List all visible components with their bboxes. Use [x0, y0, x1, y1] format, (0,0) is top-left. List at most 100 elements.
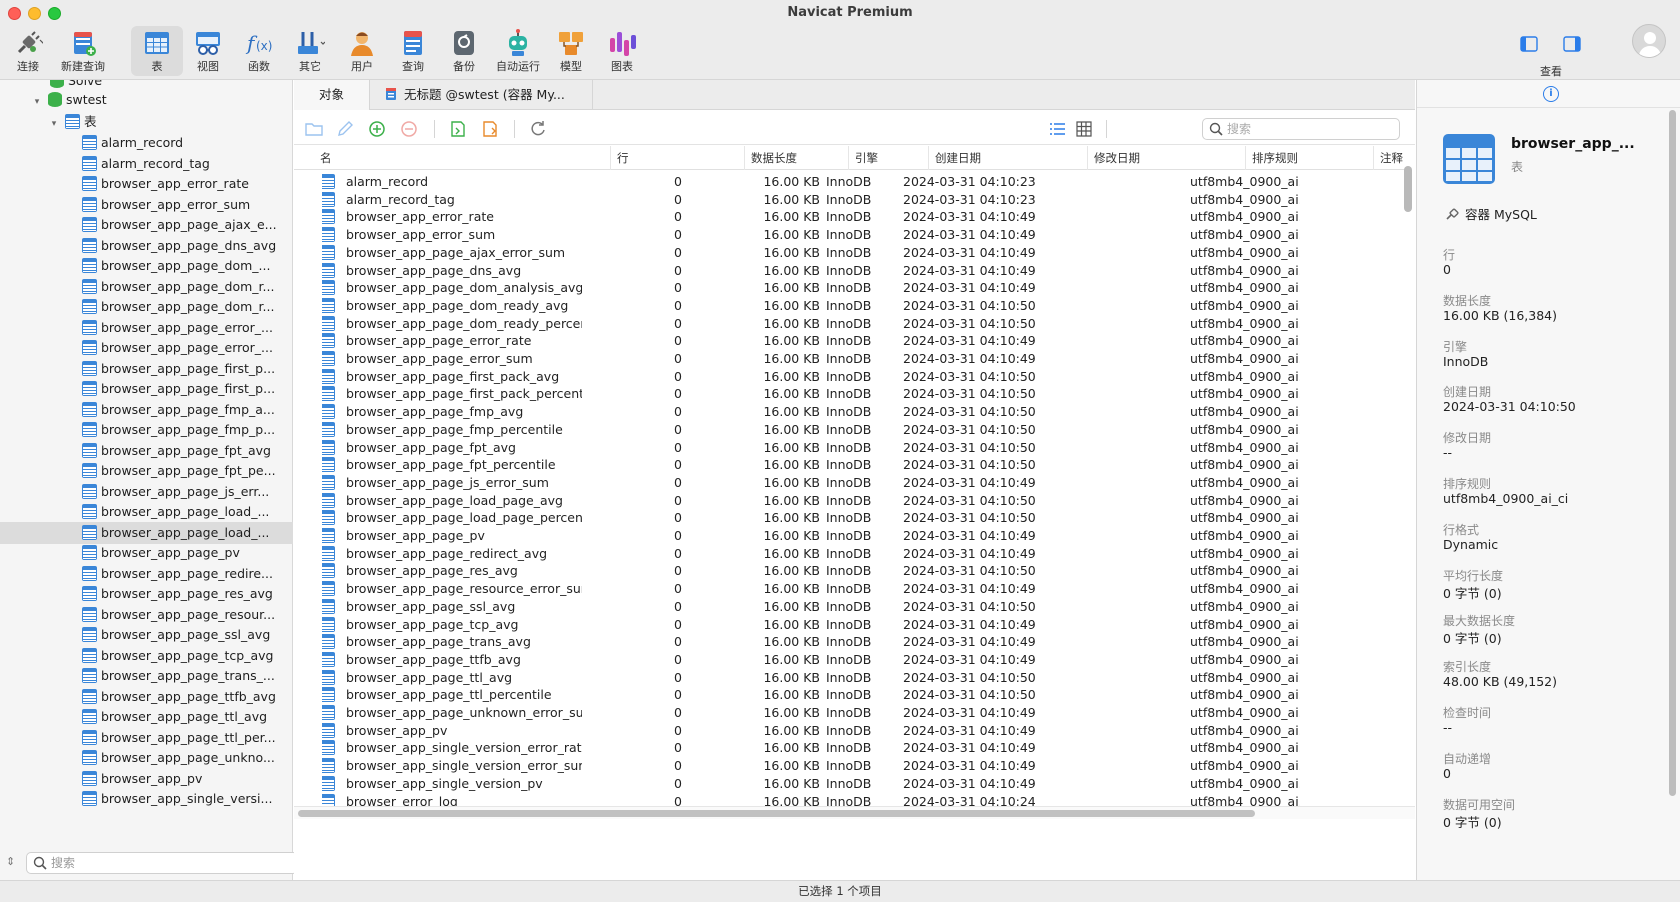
add-circle-icon[interactable] — [367, 119, 387, 139]
table-row[interactable]: browser_app_single_version_error_rate 0 16… — [294, 738, 1402, 757]
sidebar-table-item[interactable]: browser_app_page_dom_... — [0, 255, 293, 277]
sidebar-table-item[interactable]: browser_app_page_fpt_pe... — [0, 460, 293, 482]
table-row[interactable]: browser_app_page_load_page_avg 0 16.00 KB I… — [294, 491, 1402, 510]
table-row[interactable]: browser_app_pv 0 16.00 KB InnoDB 2024-03-31 … — [294, 721, 1402, 740]
sidebar-table-item[interactable]: browser_app_single_versi... — [0, 788, 293, 810]
sidebar-table-item[interactable]: browser_app_page_first_p... — [0, 378, 293, 400]
column-header-created[interactable]: 创建日期 — [928, 146, 1087, 170]
chevron-down-icon[interactable]: ▾ — [30, 91, 44, 113]
toggle-left-panel-icon[interactable] — [1520, 36, 1538, 52]
column-header-data-length[interactable]: 数据长度 — [744, 146, 848, 170]
table-row[interactable]: browser_app_page_tcp_avg 0 16.00 KB InnoDB 2… — [294, 615, 1402, 634]
info-scrollbar[interactable] — [1669, 110, 1676, 796]
toggle-right-panel-icon[interactable] — [1563, 36, 1581, 52]
edit-pencil-icon[interactable] — [335, 119, 355, 139]
sidebar-table-item[interactable]: browser_app_page_load_... — [0, 521, 293, 544]
sidebar-table-item[interactable]: browser_app_page_fmp_p... — [0, 419, 293, 441]
table-row[interactable]: browser_app_error_sum 0 16.00 KB InnoDB 2024… — [294, 225, 1402, 244]
sidebar-table-item[interactable]: browser_app_error_rate — [0, 173, 293, 195]
table-row[interactable]: browser_app_page_dom_ready_percentile 0 16… — [294, 314, 1402, 333]
column-header-collation[interactable]: 排序规则 — [1245, 146, 1373, 170]
sidebar-table-item[interactable]: alarm_record_tag — [0, 153, 293, 175]
table-row[interactable]: browser_app_page_dom_analysis_avg 0 16.00 … — [294, 278, 1402, 297]
sidebar-table-item[interactable]: browser_app_page_fmp_a... — [0, 399, 293, 421]
list-view-icon[interactable] — [1048, 119, 1068, 139]
toolbar-backup-button[interactable]: 备份 — [438, 26, 490, 76]
column-header-comment[interactable]: 注释 — [1373, 146, 1405, 170]
table-row[interactable]: browser_app_error_rate 0 16.00 KB InnoDB 202… — [294, 207, 1402, 226]
info-icon[interactable]: i — [1543, 86, 1559, 102]
user-avatar[interactable] — [1632, 24, 1666, 58]
sidebar-table-item[interactable]: browser_app_page_fpt_avg — [0, 440, 293, 462]
toolbar-functions-button[interactable]: f (x) 函数 — [233, 26, 285, 76]
tab-untitled-query[interactable]: 无标题 @swtest (容器 My... — [370, 80, 593, 110]
table-row[interactable]: browser_app_page_js_error_sum 0 16.00 KB In… — [294, 473, 1402, 492]
table-row[interactable]: browser_app_page_fpt_avg 0 16.00 KB InnoDB 2… — [294, 438, 1402, 457]
table-row[interactable]: browser_app_page_error_rate 0 16.00 KB Inno… — [294, 331, 1402, 350]
sidebar-table-item[interactable]: browser_app_pv — [0, 768, 293, 790]
toolbar-tables-button[interactable]: 表 — [131, 26, 183, 76]
sidebar-table-item[interactable]: browser_app_page_resour... — [0, 604, 293, 626]
table-row[interactable]: browser_app_page_ttl_avg 0 16.00 KB InnoDB 2… — [294, 668, 1402, 687]
sidebar-table-item[interactable]: browser_app_page_trans_... — [0, 665, 293, 687]
tab-objects[interactable]: 对象 — [294, 80, 370, 110]
toolbar-new-query-button[interactable]: 新建查询 — [55, 26, 111, 76]
table-row[interactable]: browser_app_page_first_pack_avg 0 16.00 KB… — [294, 367, 1402, 386]
toolbar-others-button[interactable]: 其它 — [284, 26, 336, 76]
table-row[interactable]: browser_app_page_fmp_percentile 0 16.00 KB… — [294, 420, 1402, 439]
sidebar-table-item[interactable]: browser_app_page_ttfb_avg — [0, 686, 293, 708]
sidebar-table-item[interactable]: browser_app_page_redire... — [0, 563, 293, 585]
sidebar-table-item[interactable]: browser_app_page_error_... — [0, 337, 293, 359]
grid-vertical-scrollbar[interactable] — [1404, 166, 1412, 212]
sidebar-table-item[interactable]: browser_app_page_ttl_avg — [0, 706, 293, 728]
table-row[interactable]: browser_app_single_version_error_sum 0 16.… — [294, 756, 1402, 775]
sidebar-table-item[interactable]: browser_app_page_unkno... — [0, 747, 293, 769]
open-folder-icon[interactable] — [304, 119, 324, 139]
import-icon[interactable] — [448, 119, 468, 139]
sidebar-table-item[interactable]: browser_app_page_res_avg — [0, 583, 293, 605]
toolbar-charts-button[interactable]: 图表 — [596, 26, 648, 76]
table-row[interactable]: browser_app_single_version_pv 0 16.00 KB In… — [294, 774, 1402, 793]
toolbar-users-button[interactable]: 用户 — [336, 26, 388, 76]
table-row[interactable]: browser_app_page_resource_error_sum 0 16.0… — [294, 579, 1402, 598]
table-row[interactable]: browser_app_page_pv 0 16.00 KB InnoDB 2024-0… — [294, 526, 1402, 545]
object-search-input[interactable]: 搜索 — [1202, 118, 1400, 140]
sidebar-table-item[interactable]: browser_app_page_dom_r... — [0, 276, 293, 298]
sidebar-table-item[interactable]: browser_app_page_js_err... — [0, 481, 293, 503]
table-row[interactable]: browser_app_page_unknown_error_sum 0 16.00… — [294, 703, 1402, 722]
toolbar-queries-button[interactable]: 查询 — [387, 26, 439, 76]
toolbar-automation-button[interactable]: 自动运行 — [490, 26, 546, 76]
table-row[interactable]: browser_app_page_redirect_avg 0 16.00 KB In… — [294, 544, 1402, 563]
grid-view-icon[interactable] — [1074, 119, 1094, 139]
sidebar-table-item[interactable]: browser_app_error_sum — [0, 194, 293, 216]
table-row[interactable]: browser_app_page_trans_avg 0 16.00 KB InnoD… — [294, 632, 1402, 651]
refresh-icon[interactable] — [528, 119, 548, 139]
sidebar-table-item[interactable]: browser_app_page_dns_avg — [0, 235, 293, 257]
sidebar-table-item[interactable]: browser_app_page_load_... — [0, 501, 293, 523]
column-header-name[interactable]: 名 — [314, 146, 584, 170]
table-row[interactable]: browser_app_page_first_pack_percentile 0 1… — [294, 384, 1402, 403]
remove-circle-icon[interactable] — [399, 119, 419, 139]
table-row[interactable]: browser_app_page_dns_avg 0 16.00 KB InnoDB 2… — [294, 261, 1402, 280]
table-row[interactable]: browser_app_page_fpt_percentile 0 16.00 KB… — [294, 455, 1402, 474]
table-row[interactable]: browser_app_page_ttl_percentile 0 16.00 KB… — [294, 685, 1402, 704]
sidebar-table-item[interactable]: browser_app_page_pv — [0, 542, 293, 564]
toolbar-views-button[interactable]: 视图 — [182, 26, 234, 76]
sidebar-table-item[interactable]: browser_app_page_first_p... — [0, 358, 293, 380]
column-header-rows[interactable]: 行 — [610, 146, 744, 170]
table-row[interactable]: browser_app_page_fmp_avg 0 16.00 KB InnoDB 2… — [294, 402, 1402, 421]
tree-item-tables-folder[interactable]: ▾ 表 — [0, 111, 293, 133]
grid-horizontal-scrollbar[interactable] — [298, 810, 1255, 817]
table-row[interactable]: alarm_record 0 16.00 KB InnoDB 2024-03-31 04… — [294, 172, 1402, 191]
export-icon[interactable] — [480, 119, 500, 139]
table-row[interactable]: browser_app_page_load_page_percentile 0 16… — [294, 508, 1402, 527]
table-row[interactable]: browser_app_page_res_avg 0 16.00 KB InnoDB 2… — [294, 561, 1402, 580]
table-row[interactable]: alarm_record_tag 0 16.00 KB InnoDB 2024-03-3… — [294, 190, 1402, 209]
sidebar-table-item[interactable]: browser_app_page_dom_r... — [0, 296, 293, 318]
sidebar-table-item[interactable]: browser_app_page_tcp_avg — [0, 645, 293, 667]
sidebar-table-item[interactable]: browser_app_page_ajax_e... — [0, 214, 293, 236]
sidebar-table-item[interactable]: alarm_record — [0, 132, 293, 154]
table-row[interactable]: browser_app_page_dom_ready_avg 0 16.00 KB I… — [294, 296, 1402, 315]
toolbar-model-button[interactable]: 模型 — [545, 26, 597, 76]
toolbar-connect-button[interactable]: 连接 — [2, 26, 54, 76]
